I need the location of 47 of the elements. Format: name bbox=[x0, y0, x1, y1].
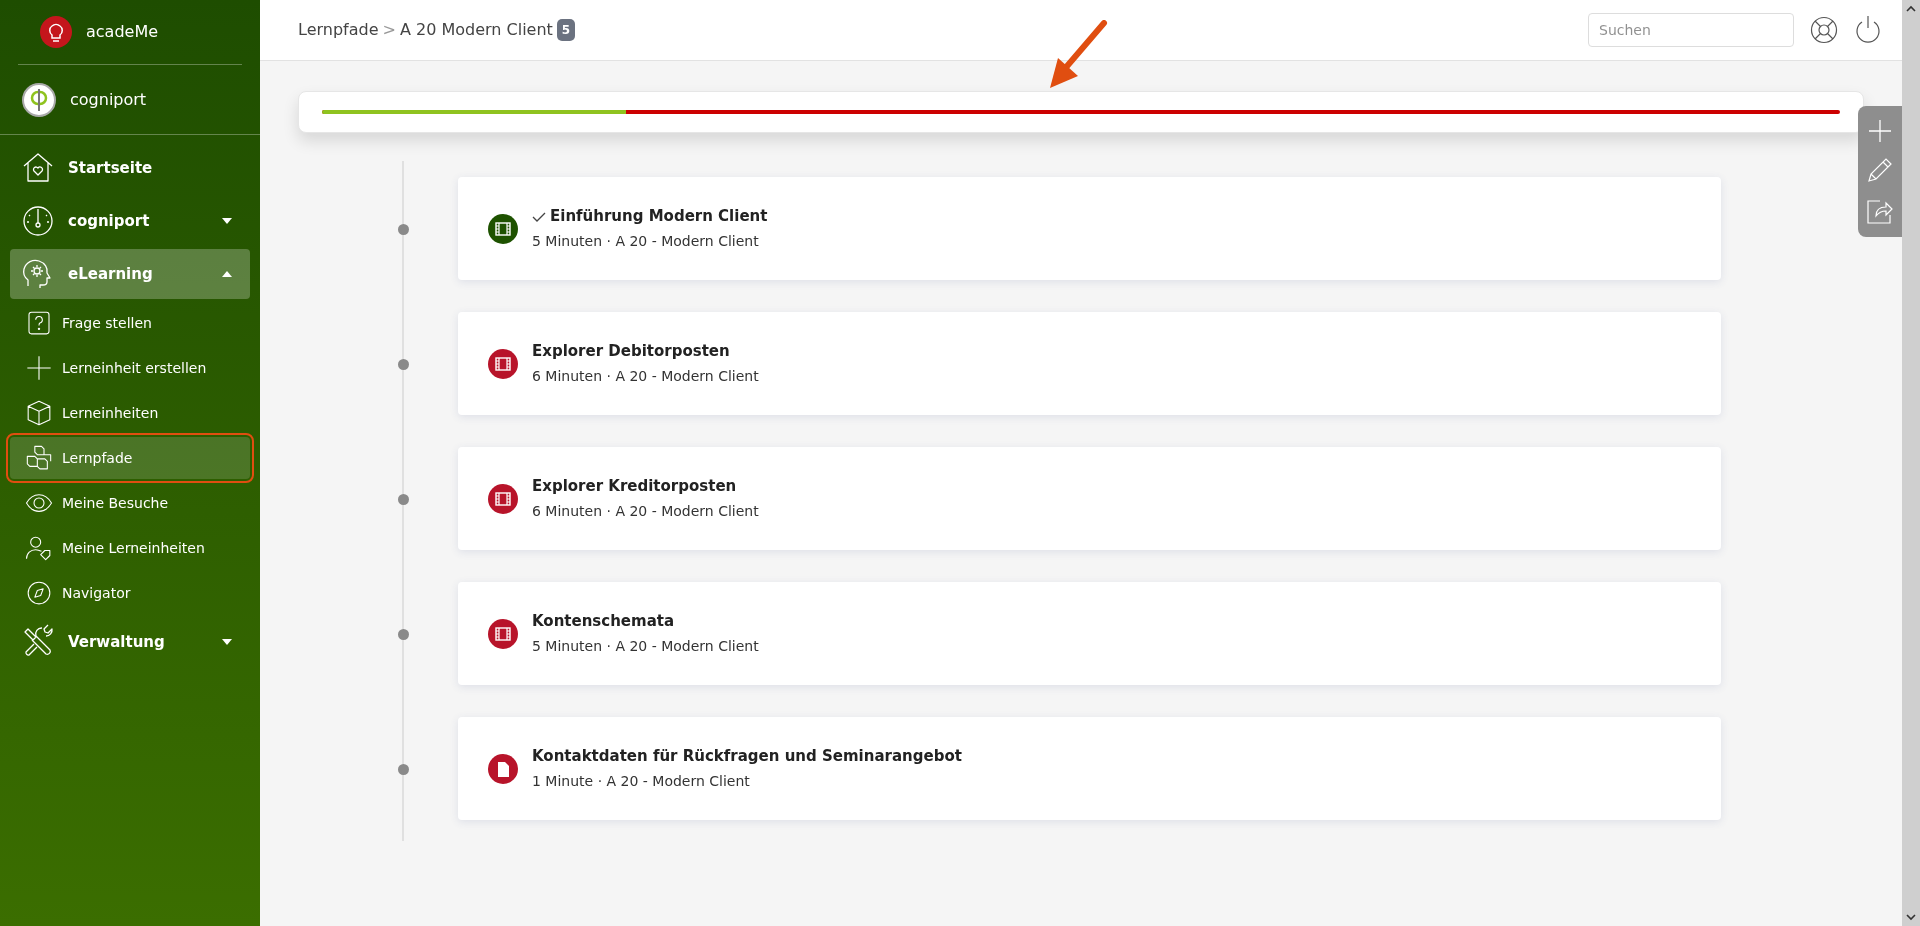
lesson-title: Explorer Debitorposten bbox=[532, 341, 730, 363]
breadcrumb-separator: > bbox=[382, 19, 396, 41]
search-field[interactable]: Suchen bbox=[1588, 13, 1794, 47]
lesson-title: Explorer Kreditorposten bbox=[532, 476, 737, 498]
lesson-card[interactable]: Kontenschemata 5 Minuten · A 20 - Modern Client bbox=[458, 582, 1721, 685]
checkmark-icon bbox=[532, 211, 546, 222]
breadcrumb-current: A 20 Modern Client bbox=[399, 19, 553, 41]
lesson-card[interactable]: Explorer Kreditorposten 6 Minuten · A 20 - Modern Client bbox=[458, 447, 1721, 550]
power-icon[interactable] bbox=[1854, 15, 1882, 45]
subnav-item[interactable]: Meine Besuche bbox=[10, 482, 250, 524]
nav-item[interactable]: cogniport bbox=[10, 196, 250, 246]
gauge-icon bbox=[20, 203, 56, 239]
lesson-title: Kontaktdaten für Rückfragen und Seminarangebot bbox=[532, 746, 962, 768]
subnav-item[interactable]: Navigator bbox=[10, 572, 250, 614]
scroll-down-icon[interactable] bbox=[1906, 913, 1916, 921]
subnav-item[interactable]: Frage stellen bbox=[10, 302, 250, 344]
lesson-card[interactable]: Einführung Modern Client 5 Minuten · A 20 - Modern Client bbox=[458, 177, 1721, 280]
help-icon[interactable] bbox=[1810, 16, 1838, 44]
lesson-title: Einführung Modern Client bbox=[550, 206, 768, 228]
subnav-item[interactable]: Lerneinheiten bbox=[10, 392, 250, 434]
cogniport-logo-icon bbox=[22, 82, 56, 117]
lesson-card[interactable]: Explorer Debitorposten 6 Minuten · A 20 - Modern Client bbox=[458, 312, 1721, 415]
plus-icon[interactable] bbox=[1868, 119, 1892, 144]
lesson-card[interactable]: Kontaktdaten für Rückfragen und Seminarangebot 1 Minute · A 20 - Modern Client bbox=[458, 717, 1721, 820]
lesson-meta: 5 Minuten · A 20 - Modern Client bbox=[532, 636, 759, 656]
scroll-up-icon[interactable] bbox=[1906, 5, 1916, 13]
caret-down-icon bbox=[222, 218, 232, 224]
caret-down-icon bbox=[222, 639, 232, 645]
lesson-meta: 5 Minuten · A 20 - Modern Client bbox=[532, 231, 760, 251]
plus-icon bbox=[24, 353, 54, 383]
share-icon[interactable] bbox=[1866, 197, 1894, 224]
lesson-meta: 6 Minuten · A 20 - Modern Client bbox=[532, 366, 759, 386]
lightbulb-logo-icon bbox=[40, 16, 72, 48]
caret-up-icon bbox=[222, 271, 232, 277]
nav-item[interactable]: eLearning bbox=[10, 249, 250, 299]
nav-item[interactable]: Startseite bbox=[10, 143, 250, 193]
breadcrumb-link[interactable]: Lernpfade bbox=[298, 18, 379, 42]
subnav-item[interactable]: Meine Lerneinheiten bbox=[10, 527, 250, 569]
count-badge: 5 bbox=[556, 19, 576, 41]
lesson-meta: 1 Minute · A 20 - Modern Client bbox=[532, 771, 751, 791]
lesson-title: Kontenschemata bbox=[532, 611, 675, 633]
app-name[interactable]: cogniport bbox=[70, 87, 147, 112]
nav-item[interactable]: Verwaltung bbox=[10, 617, 250, 667]
app-name[interactable]: acadeMe bbox=[86, 20, 159, 44]
pencil-icon[interactable] bbox=[1867, 157, 1893, 184]
lesson-meta: 6 Minuten · A 20 - Modern Client bbox=[532, 501, 759, 521]
subnav-item[interactable]: Lerneinheit erstellen bbox=[10, 347, 250, 389]
